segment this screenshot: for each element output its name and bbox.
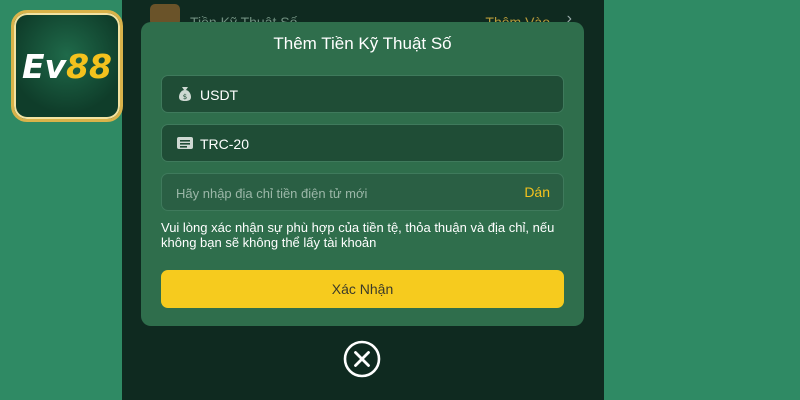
address-input[interactable] bbox=[174, 182, 498, 204]
currency-value: USDT bbox=[200, 87, 239, 103]
currency-select[interactable]: $ USDT bbox=[161, 75, 564, 113]
add-crypto-modal: Thêm Tiền Kỹ Thuật Số $ USDT TRC-20 Dán … bbox=[141, 22, 584, 326]
modal-title: Thêm Tiền Kỹ Thuật Số bbox=[273, 34, 452, 53]
confirmation-notice: Vui lòng xác nhận sự phù hợp của tiền tệ… bbox=[161, 220, 555, 250]
network-select[interactable]: TRC-20 bbox=[161, 124, 564, 162]
close-icon[interactable] bbox=[343, 340, 381, 378]
list-icon bbox=[177, 137, 193, 149]
brand-logo: Ev88 bbox=[11, 10, 123, 122]
money-bag-icon: $ bbox=[179, 87, 191, 101]
network-value: TRC-20 bbox=[200, 136, 250, 152]
svg-text:$: $ bbox=[183, 93, 187, 101]
paste-button[interactable]: Dán bbox=[524, 184, 550, 200]
address-field: Dán bbox=[161, 173, 564, 211]
logo-text: Ev88 bbox=[22, 47, 112, 86]
confirm-button[interactable]: Xác Nhận bbox=[161, 270, 564, 308]
